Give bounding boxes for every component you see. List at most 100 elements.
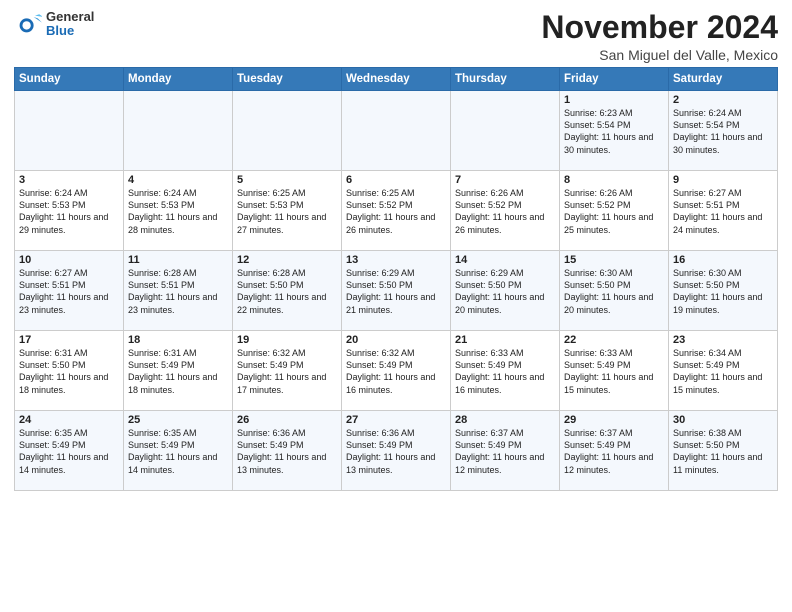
calendar-table: SundayMondayTuesdayWednesdayThursdayFrid… xyxy=(14,67,778,491)
cell-info: Sunrise: 6:28 AM Sunset: 5:51 PM Dayligh… xyxy=(128,267,228,316)
calendar-cell: 22Sunrise: 6:33 AM Sunset: 5:49 PM Dayli… xyxy=(560,331,669,411)
calendar-cell xyxy=(124,91,233,171)
logo-blue: Blue xyxy=(46,24,94,38)
calendar-cell: 30Sunrise: 6:38 AM Sunset: 5:50 PM Dayli… xyxy=(669,411,778,491)
calendar-cell: 19Sunrise: 6:32 AM Sunset: 5:49 PM Dayli… xyxy=(233,331,342,411)
cell-info: Sunrise: 6:26 AM Sunset: 5:52 PM Dayligh… xyxy=(564,187,664,236)
weekday-header-sunday: Sunday xyxy=(15,68,124,91)
day-number: 10 xyxy=(19,254,119,266)
calendar-cell xyxy=(342,91,451,171)
day-number: 9 xyxy=(673,174,773,186)
weekday-header-friday: Friday xyxy=(560,68,669,91)
cell-info: Sunrise: 6:32 AM Sunset: 5:49 PM Dayligh… xyxy=(346,347,446,396)
day-number: 21 xyxy=(455,334,555,346)
day-number: 30 xyxy=(673,414,773,426)
cell-info: Sunrise: 6:25 AM Sunset: 5:52 PM Dayligh… xyxy=(346,187,446,236)
cell-info: Sunrise: 6:29 AM Sunset: 5:50 PM Dayligh… xyxy=(346,267,446,316)
logo-text: General Blue xyxy=(46,10,94,39)
day-number: 2 xyxy=(673,94,773,106)
weekday-header-row: SundayMondayTuesdayWednesdayThursdayFrid… xyxy=(15,68,778,91)
day-number: 11 xyxy=(128,254,228,266)
day-number: 24 xyxy=(19,414,119,426)
cell-info: Sunrise: 6:30 AM Sunset: 5:50 PM Dayligh… xyxy=(673,267,773,316)
day-number: 17 xyxy=(19,334,119,346)
week-row-5: 24Sunrise: 6:35 AM Sunset: 5:49 PM Dayli… xyxy=(15,411,778,491)
day-number: 20 xyxy=(346,334,446,346)
day-number: 3 xyxy=(19,174,119,186)
cell-info: Sunrise: 6:33 AM Sunset: 5:49 PM Dayligh… xyxy=(564,347,664,396)
weekday-header-thursday: Thursday xyxy=(451,68,560,91)
day-number: 27 xyxy=(346,414,446,426)
logo: General Blue xyxy=(14,10,94,39)
weekday-header-saturday: Saturday xyxy=(669,68,778,91)
cell-info: Sunrise: 6:33 AM Sunset: 5:49 PM Dayligh… xyxy=(455,347,555,396)
day-number: 15 xyxy=(564,254,664,266)
day-number: 7 xyxy=(455,174,555,186)
cell-info: Sunrise: 6:24 AM Sunset: 5:53 PM Dayligh… xyxy=(19,187,119,236)
calendar-cell: 6Sunrise: 6:25 AM Sunset: 5:52 PM Daylig… xyxy=(342,171,451,251)
month-title: November 2024 xyxy=(541,10,778,45)
cell-info: Sunrise: 6:37 AM Sunset: 5:49 PM Dayligh… xyxy=(455,427,555,476)
day-number: 29 xyxy=(564,414,664,426)
calendar-cell: 27Sunrise: 6:36 AM Sunset: 5:49 PM Dayli… xyxy=(342,411,451,491)
calendar-cell: 28Sunrise: 6:37 AM Sunset: 5:49 PM Dayli… xyxy=(451,411,560,491)
cell-info: Sunrise: 6:31 AM Sunset: 5:49 PM Dayligh… xyxy=(128,347,228,396)
day-number: 4 xyxy=(128,174,228,186)
cell-info: Sunrise: 6:38 AM Sunset: 5:50 PM Dayligh… xyxy=(673,427,773,476)
calendar-cell: 25Sunrise: 6:35 AM Sunset: 5:49 PM Dayli… xyxy=(124,411,233,491)
weekday-header-tuesday: Tuesday xyxy=(233,68,342,91)
calendar-cell: 4Sunrise: 6:24 AM Sunset: 5:53 PM Daylig… xyxy=(124,171,233,251)
cell-info: Sunrise: 6:27 AM Sunset: 5:51 PM Dayligh… xyxy=(19,267,119,316)
logo-icon xyxy=(14,10,42,38)
day-number: 5 xyxy=(237,174,337,186)
cell-info: Sunrise: 6:25 AM Sunset: 5:53 PM Dayligh… xyxy=(237,187,337,236)
calendar-cell: 3Sunrise: 6:24 AM Sunset: 5:53 PM Daylig… xyxy=(15,171,124,251)
calendar-cell xyxy=(233,91,342,171)
calendar-cell xyxy=(15,91,124,171)
weekday-header-wednesday: Wednesday xyxy=(342,68,451,91)
calendar-cell: 7Sunrise: 6:26 AM Sunset: 5:52 PM Daylig… xyxy=(451,171,560,251)
calendar-cell: 11Sunrise: 6:28 AM Sunset: 5:51 PM Dayli… xyxy=(124,251,233,331)
week-row-4: 17Sunrise: 6:31 AM Sunset: 5:50 PM Dayli… xyxy=(15,331,778,411)
week-row-1: 1Sunrise: 6:23 AM Sunset: 5:54 PM Daylig… xyxy=(15,91,778,171)
cell-info: Sunrise: 6:31 AM Sunset: 5:50 PM Dayligh… xyxy=(19,347,119,396)
calendar-cell: 29Sunrise: 6:37 AM Sunset: 5:49 PM Dayli… xyxy=(560,411,669,491)
cell-info: Sunrise: 6:30 AM Sunset: 5:50 PM Dayligh… xyxy=(564,267,664,316)
cell-info: Sunrise: 6:23 AM Sunset: 5:54 PM Dayligh… xyxy=(564,107,664,156)
day-number: 18 xyxy=(128,334,228,346)
day-number: 28 xyxy=(455,414,555,426)
calendar-cell: 13Sunrise: 6:29 AM Sunset: 5:50 PM Dayli… xyxy=(342,251,451,331)
calendar-cell: 18Sunrise: 6:31 AM Sunset: 5:49 PM Dayli… xyxy=(124,331,233,411)
calendar-cell: 5Sunrise: 6:25 AM Sunset: 5:53 PM Daylig… xyxy=(233,171,342,251)
cell-info: Sunrise: 6:37 AM Sunset: 5:49 PM Dayligh… xyxy=(564,427,664,476)
cell-info: Sunrise: 6:32 AM Sunset: 5:49 PM Dayligh… xyxy=(237,347,337,396)
day-number: 19 xyxy=(237,334,337,346)
day-number: 12 xyxy=(237,254,337,266)
location: San Miguel del Valle, Mexico xyxy=(541,47,778,63)
page-container: General Blue November 2024 San Miguel de… xyxy=(0,0,792,497)
calendar-cell: 12Sunrise: 6:28 AM Sunset: 5:50 PM Dayli… xyxy=(233,251,342,331)
calendar-cell: 8Sunrise: 6:26 AM Sunset: 5:52 PM Daylig… xyxy=(560,171,669,251)
cell-info: Sunrise: 6:34 AM Sunset: 5:49 PM Dayligh… xyxy=(673,347,773,396)
calendar-cell: 1Sunrise: 6:23 AM Sunset: 5:54 PM Daylig… xyxy=(560,91,669,171)
calendar-cell: 14Sunrise: 6:29 AM Sunset: 5:50 PM Dayli… xyxy=(451,251,560,331)
calendar-cell xyxy=(451,91,560,171)
calendar-cell: 23Sunrise: 6:34 AM Sunset: 5:49 PM Dayli… xyxy=(669,331,778,411)
day-number: 23 xyxy=(673,334,773,346)
header-row: General Blue November 2024 San Miguel de… xyxy=(14,10,778,63)
cell-info: Sunrise: 6:27 AM Sunset: 5:51 PM Dayligh… xyxy=(673,187,773,236)
week-row-3: 10Sunrise: 6:27 AM Sunset: 5:51 PM Dayli… xyxy=(15,251,778,331)
calendar-cell: 21Sunrise: 6:33 AM Sunset: 5:49 PM Dayli… xyxy=(451,331,560,411)
day-number: 26 xyxy=(237,414,337,426)
calendar-cell: 2Sunrise: 6:24 AM Sunset: 5:54 PM Daylig… xyxy=(669,91,778,171)
day-number: 8 xyxy=(564,174,664,186)
calendar-cell: 17Sunrise: 6:31 AM Sunset: 5:50 PM Dayli… xyxy=(15,331,124,411)
day-number: 6 xyxy=(346,174,446,186)
day-number: 22 xyxy=(564,334,664,346)
calendar-cell: 26Sunrise: 6:36 AM Sunset: 5:49 PM Dayli… xyxy=(233,411,342,491)
day-number: 16 xyxy=(673,254,773,266)
day-number: 14 xyxy=(455,254,555,266)
calendar-cell: 15Sunrise: 6:30 AM Sunset: 5:50 PM Dayli… xyxy=(560,251,669,331)
calendar-cell: 9Sunrise: 6:27 AM Sunset: 5:51 PM Daylig… xyxy=(669,171,778,251)
logo-general: General xyxy=(46,10,94,24)
